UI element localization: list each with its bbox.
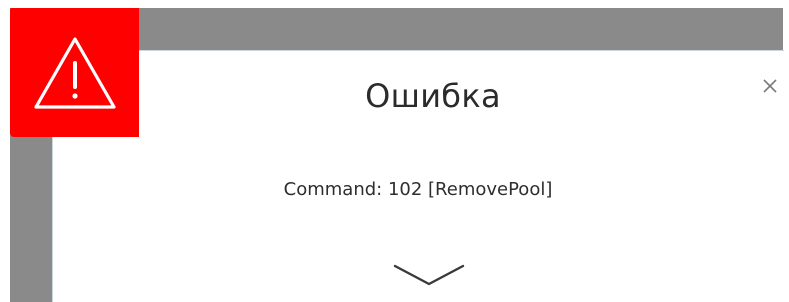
- close-button[interactable]: [757, 73, 783, 99]
- expand-details-button[interactable]: [389, 257, 469, 293]
- close-icon: [763, 79, 777, 93]
- error-message: Command: 102 [RemovePool]: [283, 179, 553, 200]
- error-dialog: Ошибка Command: 102 [RemovePool]: [52, 50, 784, 302]
- dialog-title: Ошибка: [365, 77, 501, 115]
- error-dialog-screen: Ошибка Command: 102 [RemovePool]: [0, 0, 789, 302]
- warning-triangle-icon: [33, 36, 116, 109]
- chevron-down-icon: [393, 264, 465, 286]
- error-badge: [10, 8, 139, 137]
